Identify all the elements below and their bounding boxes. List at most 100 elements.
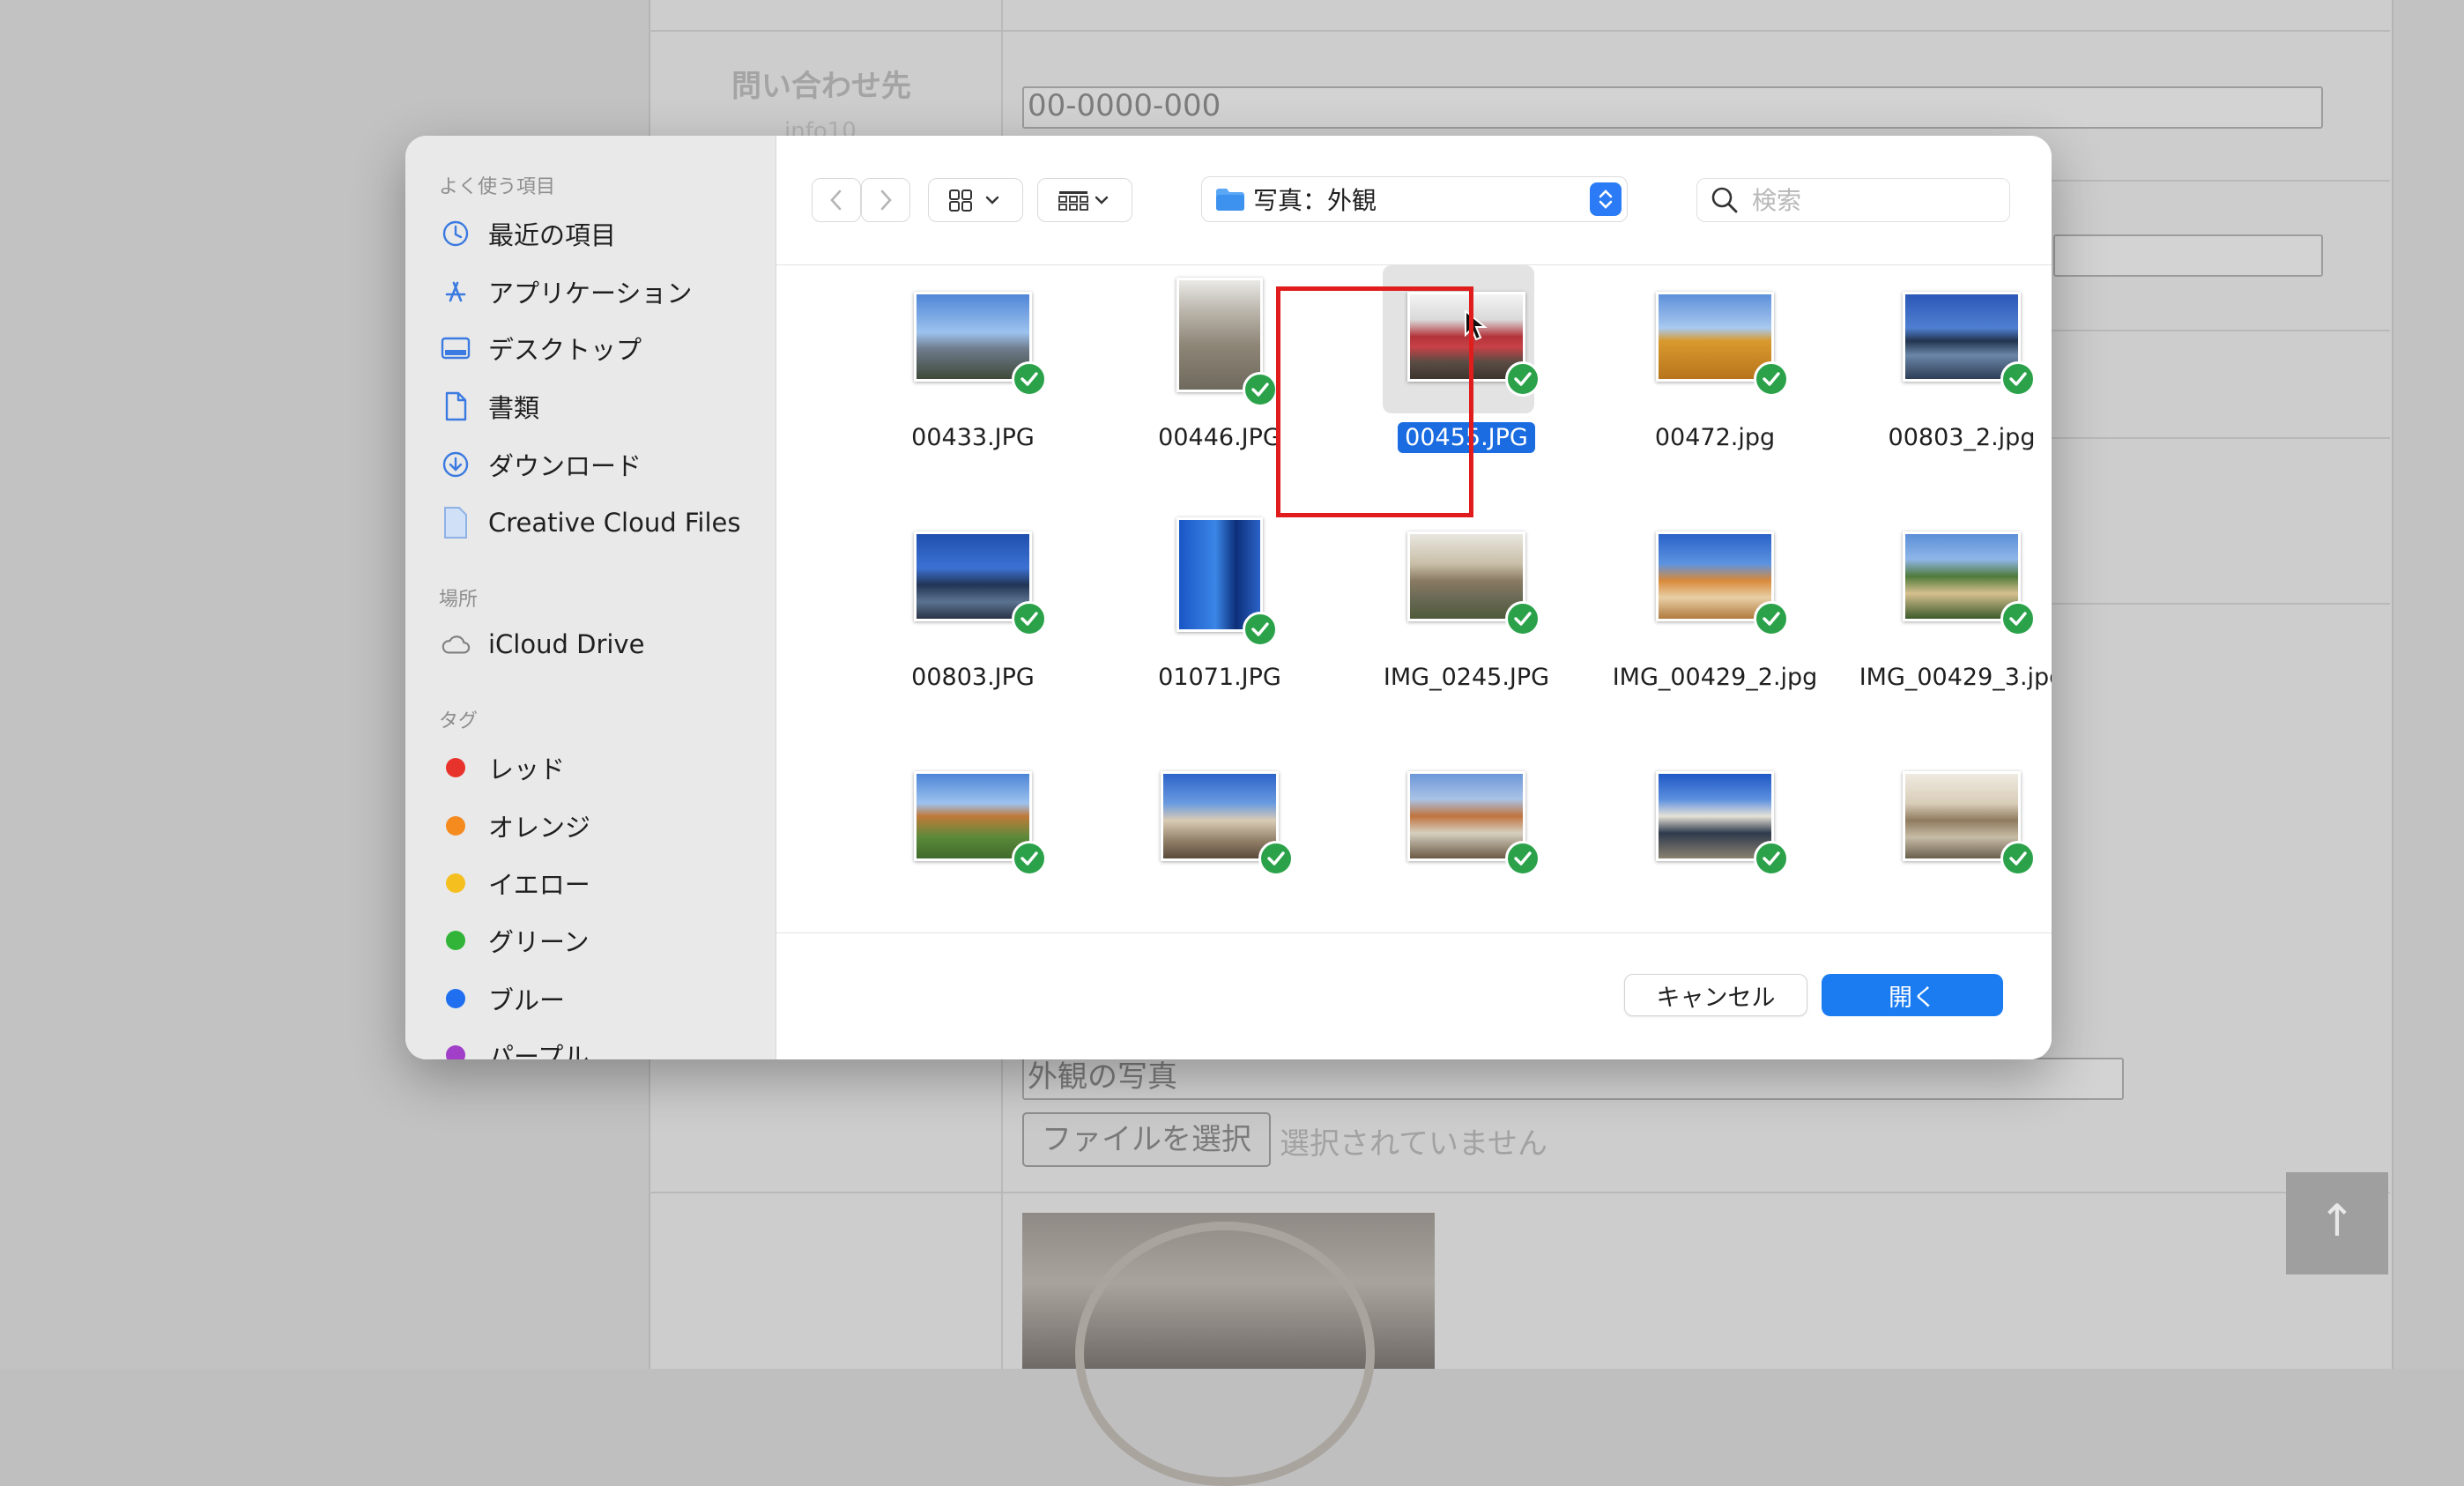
file-status-text: 選択されていません	[1280, 1126, 1547, 1162]
search-input[interactable]	[1750, 184, 1983, 216]
checkmark-icon	[1505, 601, 1540, 636]
search-field[interactable]	[1696, 178, 2010, 222]
sidebar-tag-orange[interactable]: オレンジ	[441, 802, 590, 850]
file-thumbnail	[1407, 771, 1540, 876]
phone-input[interactable]: 00-0000-000	[1022, 86, 2323, 129]
file-item[interactable]	[1852, 745, 2052, 932]
sidebar-item-desktop[interactable]: デスクトップ	[441, 324, 642, 372]
back-button[interactable]	[812, 178, 861, 222]
file-item[interactable]: IMG_0245.JPG	[1356, 505, 1577, 725]
form-input[interactable]	[2053, 234, 2323, 277]
sidebar-tag-green[interactable]: グリーン	[441, 917, 590, 964]
yellow-tag-dot-icon	[446, 873, 465, 893]
sidebar-item-creative-cloud[interactable]: Creative Cloud Files	[441, 499, 741, 546]
sidebar-item-icloud[interactable]: iCloud Drive	[441, 620, 644, 668]
sidebar-item-label: アプリケーション	[488, 279, 693, 308]
file-item[interactable]	[1356, 745, 1577, 932]
location-popup[interactable]: 写真：外観	[1201, 176, 1628, 222]
file-item[interactable]	[1110, 745, 1330, 932]
file-item[interactable]	[1605, 745, 1825, 932]
file-thumbnail	[1176, 517, 1278, 647]
sidebar: よく使う項目 最近の項目 アプリケーション デスクトップ 書類 ダウンロード C…	[405, 136, 776, 1059]
applications-icon	[441, 277, 471, 307]
sidebar-tag-yellow[interactable]: イエロー	[441, 859, 590, 907]
sidebar-item-label: デスクトップ	[488, 335, 642, 365]
file-thumbnail	[1903, 771, 2036, 876]
sidebar-item-recents[interactable]: 最近の項目	[441, 210, 616, 257]
checkmark-icon	[1012, 601, 1047, 636]
choose-file-button[interactable]: ファイルを選択	[1022, 1112, 1271, 1167]
scroll-to-top-button[interactable]: ↑	[2286, 1172, 2388, 1274]
download-icon	[441, 450, 471, 479]
view-mode-button[interactable]	[928, 178, 1023, 222]
form-row-divider	[649, 30, 2390, 32]
checkmark-icon	[1243, 612, 1278, 647]
file-item[interactable]: 01071.JPG	[1110, 505, 1330, 725]
open-button[interactable]: 開く	[1822, 974, 2003, 1016]
file-thumbnail	[1407, 531, 1540, 636]
sidebar-tag-purple[interactable]: パープル	[441, 1031, 589, 1059]
sidebar-item-downloads[interactable]: ダウンロード	[441, 441, 642, 488]
red-tag-dot-icon	[446, 758, 465, 777]
document-icon	[441, 391, 471, 421]
checkmark-icon	[1754, 601, 1789, 636]
blue-tag-dot-icon	[446, 989, 465, 1008]
checkmark-icon	[1754, 361, 1789, 397]
sidebar-item-documents[interactable]: 書類	[441, 383, 539, 430]
cloud-icon	[441, 629, 471, 659]
sidebar-item-label: 最近の項目	[488, 220, 617, 250]
sidebar-item-label: 書類	[488, 393, 540, 423]
file-thumbnail	[914, 771, 1047, 876]
file-item[interactable]	[863, 745, 1083, 932]
checkmark-icon	[1243, 372, 1278, 407]
form-row-divider	[649, 1192, 2390, 1193]
file-item[interactable]: 00803.JPG	[863, 505, 1083, 725]
chevron-left-icon	[830, 189, 842, 211]
group-grid-icon	[1058, 191, 1109, 211]
stepper-icon	[1590, 182, 1622, 216]
red-highlight-box	[1276, 286, 1473, 517]
preview-image	[1022, 1213, 1435, 1486]
file-thumbnail	[1903, 531, 2036, 636]
file-item[interactable]: 00803_2.jpg	[1852, 265, 2052, 486]
checkmark-icon	[1505, 841, 1540, 876]
icon-view-grid-icon	[949, 189, 999, 212]
file-name: 00472.jpg	[1654, 424, 1776, 451]
checkmark-icon	[2000, 601, 2036, 636]
file-thumbnail	[1656, 531, 1789, 636]
sidebar-item-label: ダウンロード	[488, 451, 642, 481]
file-item[interactable]: 00472.jpg	[1605, 265, 1825, 486]
favorites-header: よく使う項目	[439, 176, 556, 198]
forward-button[interactable]	[861, 178, 910, 222]
group-by-button[interactable]	[1037, 178, 1132, 222]
sidebar-item-applications[interactable]: アプリケーション	[441, 268, 692, 316]
checkmark-icon	[1258, 841, 1294, 876]
cancel-button[interactable]: キャンセル	[1624, 974, 1807, 1016]
file-name: 01071.JPG	[1158, 664, 1281, 691]
sidebar-item-label: イエロー	[488, 870, 590, 900]
file-name: IMG_00429_2.jpg	[1612, 664, 1818, 691]
sidebar-item-label: グリーン	[488, 927, 590, 957]
file-thumbnail	[914, 531, 1047, 636]
sidebar-item-label: オレンジ	[488, 813, 591, 843]
sidebar-tag-blue[interactable]: ブルー	[441, 975, 565, 1022]
file-item[interactable]: IMG_00429_2.jpg	[1605, 505, 1825, 725]
checkmark-icon	[1012, 361, 1047, 397]
exterior-photo-input[interactable]: 外観の写真	[1022, 1058, 2124, 1100]
checkmark-icon	[1505, 361, 1540, 397]
sidebar-item-label: パープル	[488, 1042, 590, 1059]
orange-tag-dot-icon	[446, 816, 465, 836]
clock-icon	[441, 219, 471, 249]
file-item[interactable]: 00433.JPG	[863, 265, 1083, 486]
sidebar-item-label: ブルー	[488, 985, 566, 1015]
file-item[interactable]: IMG_00429_3.jpg	[1852, 505, 2052, 725]
green-tag-dot-icon	[446, 931, 465, 950]
folder-icon	[1216, 189, 1244, 211]
file-thumbnail	[1176, 278, 1278, 407]
purple-tag-dot-icon	[446, 1045, 465, 1059]
checkmark-icon	[1012, 841, 1047, 876]
file-thumbnail	[1161, 771, 1294, 876]
file-name: IMG_00429_3.jpg	[1859, 664, 2052, 691]
sidebar-tag-red[interactable]: レッド	[441, 744, 565, 791]
file-thumbnail	[1903, 292, 2036, 397]
